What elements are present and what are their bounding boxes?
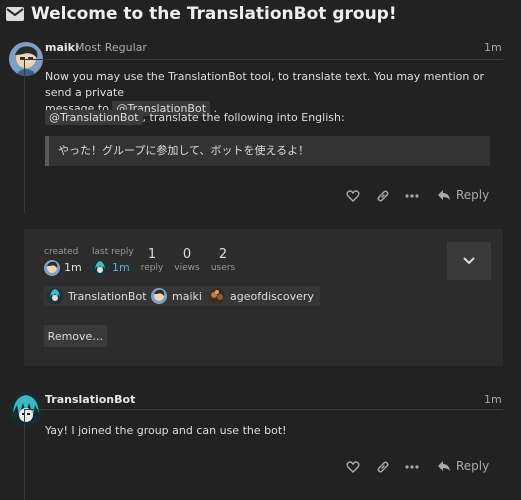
users-count: 2: [218, 247, 228, 262]
views-count: 0: [182, 247, 192, 262]
avatar[interactable]: [92, 260, 108, 276]
link-icon: [377, 461, 389, 473]
chevron-down-icon: [463, 257, 475, 265]
participant-chip[interactable]: maiki: [148, 286, 208, 306]
heart-icon: [346, 461, 360, 473]
post-paragraph-2: @TranslationBot, translate the following…: [45, 110, 505, 126]
replies-label: reply: [140, 263, 164, 273]
expand-topic-map-button[interactable]: [447, 242, 491, 280]
post-age[interactable]: 1m: [484, 41, 502, 54]
post-paragraph: Yay! I joined the group and can use the …: [45, 424, 287, 437]
copy-link-button[interactable]: [376, 460, 390, 474]
post-username[interactable]: TranslationBot: [45, 393, 135, 406]
post-age[interactable]: 1m: [484, 393, 502, 406]
created-label: created: [44, 247, 79, 257]
views-label: views: [174, 263, 200, 273]
reply-button[interactable]: Reply: [437, 188, 489, 202]
reply-button[interactable]: Reply: [437, 459, 489, 473]
participant-name: maiki: [172, 289, 202, 303]
participant-name: ageofdiscovery: [230, 289, 314, 303]
last-reply-time[interactable]: 1m: [112, 261, 130, 274]
ellipsis-icon: [405, 465, 419, 469]
user-title: Most Regular: [75, 41, 147, 54]
link-icon: [377, 190, 389, 202]
heart-icon: [346, 190, 360, 202]
post-para2-text: , translate the following into English:: [142, 111, 345, 124]
reply-label: Reply: [456, 459, 490, 473]
replies-count: 1: [147, 247, 157, 262]
page-title[interactable]: Welcome to the TranslationBot group!: [31, 4, 397, 24]
participant-chip[interactable]: TranslationBot: [44, 286, 153, 306]
remove-button[interactable]: Remove…: [44, 325, 107, 347]
avatar: [47, 288, 63, 304]
participant-name: TranslationBot: [68, 289, 147, 303]
post-username[interactable]: maiki: [45, 41, 79, 54]
reply-label: Reply: [456, 188, 490, 202]
ellipsis-icon: [405, 194, 419, 198]
like-button[interactable]: [346, 460, 360, 474]
topic-title-bar: Welcome to the TranslationBot group!: [6, 2, 397, 26]
created-time[interactable]: 1m: [64, 261, 82, 274]
avatar[interactable]: [44, 260, 60, 276]
show-more-button[interactable]: [405, 460, 419, 474]
reply-icon: [438, 461, 450, 471]
avatar: [151, 288, 167, 304]
last-reply-label: last reply: [92, 247, 134, 257]
users-label: users: [210, 263, 236, 273]
avatar: [209, 288, 225, 304]
copy-link-button[interactable]: [376, 189, 390, 203]
reply-icon: [438, 190, 450, 200]
envelope-icon: [6, 7, 24, 21]
blockquote: やった！グループに参加して、ボットを使えるよ！: [45, 136, 490, 166]
mention-link[interactable]: @TranslationBot: [45, 110, 143, 125]
like-button[interactable]: [346, 189, 360, 203]
post-line1: Now you may use the TranslationBot tool,…: [45, 70, 485, 99]
participant-chip[interactable]: ageofdiscovery: [206, 286, 320, 306]
show-more-button[interactable]: [405, 189, 419, 203]
